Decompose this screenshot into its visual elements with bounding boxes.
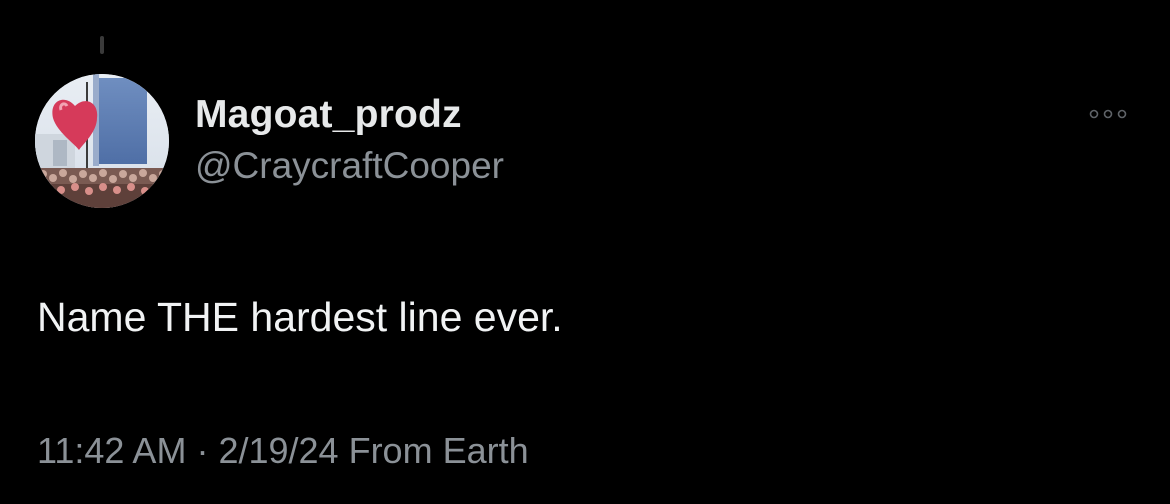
tweet-author: Magoat_prodz @CraycraftCooper (195, 92, 504, 188)
tweet-source: From Earth (348, 430, 529, 471)
more-options-button[interactable] (1086, 102, 1130, 126)
meta-separator: · (196, 430, 209, 471)
tweet-text: Name THE hardest line ever. (37, 294, 563, 340)
tweet-date[interactable]: 2/19/24 (218, 430, 338, 471)
more-horizontal-icon (1089, 109, 1127, 119)
avatar-image (35, 74, 169, 208)
tweet-meta: 11:42 AM · 2/19/24 From Earth (37, 428, 529, 474)
tweet-time[interactable]: 11:42 AM (37, 430, 186, 471)
avatar[interactable] (35, 74, 169, 208)
thread-connector-line (100, 36, 104, 54)
tweet-card: Magoat_prodz @CraycraftCooper Name THE h… (0, 0, 1170, 504)
author-display-name[interactable]: Magoat_prodz (195, 92, 504, 138)
author-handle[interactable]: @CraycraftCooper (195, 144, 504, 188)
